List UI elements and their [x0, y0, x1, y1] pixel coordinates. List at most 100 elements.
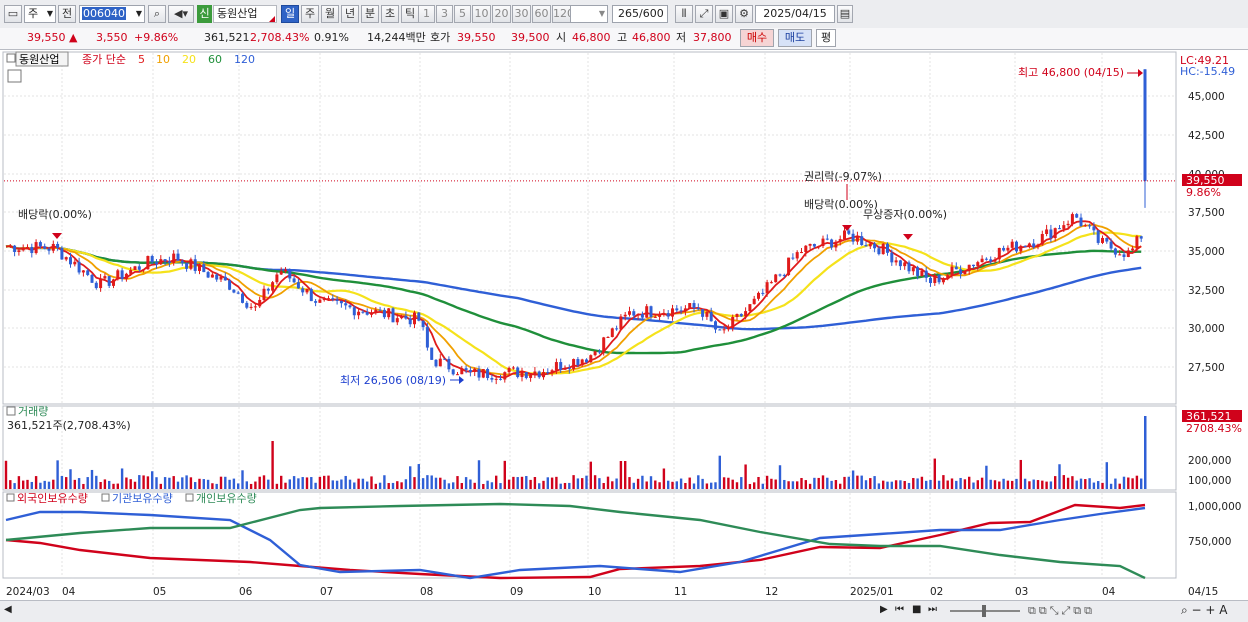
- zoom-slider-handle[interactable]: [982, 605, 986, 617]
- calendar-icon[interactable]: ▤: [837, 5, 853, 23]
- candle-body: [778, 274, 782, 276]
- volume-bar: [662, 468, 666, 489]
- period-button-4[interactable]: 분: [361, 5, 379, 23]
- interval-button-30[interactable]: 30: [512, 5, 531, 23]
- candle-body: [107, 276, 111, 286]
- volume-bar: [787, 481, 790, 489]
- volume-bar: [993, 480, 997, 489]
- interval-button-60[interactable]: 60: [532, 5, 551, 23]
- save-icon[interactable]: ▣: [715, 5, 733, 23]
- volume-bar: [542, 480, 545, 489]
- interval-button-10[interactable]: 10: [472, 5, 491, 23]
- period-button-3[interactable]: 년: [341, 5, 359, 23]
- volume-bar: [125, 477, 128, 489]
- interval-button-3[interactable]: 3: [436, 5, 453, 23]
- table-icon[interactable]: [7, 69, 22, 83]
- candle-body: [163, 259, 167, 262]
- period-dropdown[interactable]: 주 ▼: [24, 5, 56, 23]
- trade-amount: 14,244백만: [367, 31, 426, 44]
- candle-body: [73, 261, 77, 265]
- candle-body: [950, 266, 954, 276]
- zoom-icons[interactable]: ⌕ − + A: [1181, 603, 1227, 618]
- candle-body: [735, 313, 739, 318]
- price-tag-pct: 9.86%: [1186, 186, 1221, 199]
- volume-bar: [280, 475, 283, 489]
- volume-bar: [520, 476, 524, 489]
- volume-bar: [404, 479, 408, 489]
- scroll-right-icon[interactable]: ▶: [880, 604, 888, 615]
- candle-body: [873, 243, 877, 249]
- legend-box-icon[interactable]: [6, 493, 15, 502]
- line-tool-icon[interactable]: ⤢: [695, 5, 713, 23]
- candle-body: [90, 274, 94, 283]
- legend-box-icon[interactable]: [101, 493, 110, 502]
- legend-box-icon[interactable]: [185, 493, 194, 502]
- volume-bar: [968, 476, 971, 489]
- interval-button-5[interactable]: 5: [454, 5, 471, 23]
- candle-body: [847, 230, 851, 234]
- candle-body: [610, 328, 614, 337]
- candle-body: [649, 306, 653, 317]
- stock-code-input[interactable]: 006040 ▼: [79, 5, 145, 23]
- period-button-5[interactable]: 초: [381, 5, 399, 23]
- period-button-6[interactable]: 틱: [401, 5, 419, 23]
- candle-body: [511, 367, 515, 369]
- volume-bar: [357, 478, 360, 489]
- volume-bar: [129, 479, 132, 489]
- legend-box-icon[interactable]: [6, 406, 16, 416]
- gear-icon[interactable]: ⚙: [735, 5, 753, 23]
- candle-body: [301, 288, 305, 293]
- candle-body: [245, 302, 249, 308]
- candle-body: [408, 318, 412, 325]
- stop-icon[interactable]: ■: [912, 604, 921, 615]
- eval-button[interactable]: 평: [816, 29, 836, 47]
- buy-button[interactable]: 매수: [740, 29, 774, 47]
- prev-button[interactable]: 전: [58, 5, 76, 23]
- speaker-icon[interactable]: ◀▾: [168, 5, 194, 23]
- period-button-0[interactable]: 일: [281, 5, 299, 23]
- search-icon[interactable]: ⌕: [148, 5, 166, 23]
- candle-body: [812, 243, 816, 247]
- volume-bar: [851, 470, 855, 489]
- bottom-scrollbar[interactable]: ◀ ▶ ⏮ ■ ⏭ ⧉⧉⤡⤢⧉⧉ ⌕ − + A: [0, 600, 1248, 622]
- candle-body: [1135, 236, 1139, 249]
- x-axis-label: 2025/01: [850, 586, 894, 598]
- volume-bar: [1019, 459, 1022, 489]
- rights-annotation: 권리락(-9.07%): [804, 170, 882, 183]
- name-tag: 동원산업: [19, 53, 59, 66]
- scroll-left-icon[interactable]: ◀: [4, 604, 12, 615]
- candle-body: [361, 311, 365, 313]
- tool-icons[interactable]: ⧉⧉⤡⤢⧉⧉: [1028, 604, 1095, 618]
- candle-body: [701, 309, 705, 317]
- period-button-1[interactable]: 주: [301, 5, 319, 23]
- candle-body: [542, 372, 545, 378]
- blank-dropdown[interactable]: ▼: [570, 5, 608, 23]
- candle-body: [236, 292, 240, 294]
- candle-body: [56, 243, 60, 248]
- volume-bar: [748, 483, 752, 489]
- stock-name-field[interactable]: 동원산업: [213, 5, 277, 23]
- ma-legend-120: 120: [234, 53, 255, 66]
- interval-button-20[interactable]: 20: [492, 5, 511, 23]
- candle-body: [877, 248, 881, 255]
- x-axis-label: 08: [420, 586, 433, 598]
- volume-bar: [1049, 481, 1053, 489]
- candle-icon[interactable]: ⫴: [675, 5, 693, 23]
- volume-bar: [1127, 477, 1130, 489]
- volume-bar: [933, 458, 936, 489]
- sell-button[interactable]: 매도: [778, 29, 812, 47]
- volume-bar: [417, 464, 420, 489]
- candle-body: [305, 288, 309, 293]
- candle-body: [425, 327, 429, 348]
- forward-icon[interactable]: ⏭: [928, 604, 937, 615]
- interval-button-1[interactable]: 1: [418, 5, 435, 23]
- period-button-2[interactable]: 월: [321, 5, 339, 23]
- window-icon[interactable]: ▭: [4, 5, 22, 23]
- stock-chart[interactable]: 45,00042,50040,00037,50035,00032,50030,0…: [0, 50, 1248, 600]
- rewind-icon[interactable]: ⏮: [895, 604, 904, 615]
- legend-box-icon[interactable]: [6, 53, 16, 63]
- volume-bar: [925, 480, 928, 489]
- date-input[interactable]: 2025/04/15: [755, 5, 835, 23]
- count-input[interactable]: 265/600: [612, 5, 668, 23]
- volume-bar: [284, 482, 287, 489]
